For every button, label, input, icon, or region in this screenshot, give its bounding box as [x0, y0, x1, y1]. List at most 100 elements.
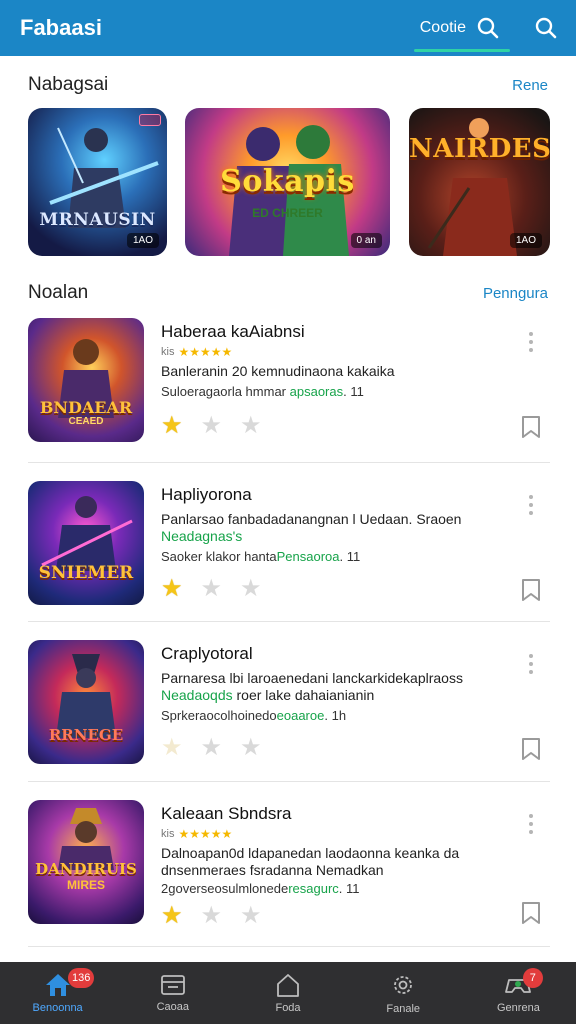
- nav-item-games[interactable]: 7 Genrena: [461, 962, 576, 1024]
- rating-stars-icon: ★★★★★: [178, 345, 233, 359]
- rating-stars-icon: ★★★★★: [178, 827, 233, 841]
- list-divider: [28, 621, 550, 622]
- more-options-icon[interactable]: [524, 654, 538, 674]
- game-thumbnail: RRNEGE: [28, 640, 144, 764]
- featured-card[interactable]: NAIRDES 1AO: [409, 108, 550, 256]
- star-icon[interactable]: ★: [161, 736, 183, 760]
- featured-card[interactable]: Sokapis ED CHREER 0 an: [185, 108, 390, 256]
- more-options-icon[interactable]: [524, 332, 538, 352]
- nav-item-settings[interactable]: Fanale: [346, 962, 461, 1024]
- list-divider: [28, 946, 550, 947]
- item-meta-highlight: apsaoras: [289, 384, 344, 399]
- list-divider: [28, 781, 550, 782]
- search-tab[interactable]: Cootie: [413, 0, 511, 56]
- item-details: Kaleaan Sbndsra kis ★★★★★ Dalnoapan0d ld…: [161, 804, 501, 896]
- star-icon[interactable]: ★: [240, 414, 262, 438]
- list-section-title: Noalan: [28, 282, 89, 303]
- app-root: Fabaasi Cootie Nabagsai Rene MRNAUSIN 1A…: [0, 0, 576, 1024]
- star-icon[interactable]: ★: [240, 736, 262, 760]
- featured-card[interactable]: MRNAUSIN 1AO: [28, 108, 167, 256]
- item-description: Banleranin 20 kemnudinaona kakaika: [161, 363, 395, 379]
- thumbnail-subtitle: MIRES: [66, 878, 105, 892]
- nav-label: Caoaa: [156, 1001, 190, 1013]
- item-rating: kis ★★★★★: [161, 345, 501, 359]
- inbox-icon: [160, 975, 185, 995]
- featured-tag-icon: [139, 114, 161, 126]
- featured-card-title: Sokapis: [220, 164, 355, 199]
- item-meta: Suloeragaorla hmmar apsaoras. 11: [161, 384, 501, 399]
- item-description-line2: dnsenmeraes fsradanna Nemadkan: [161, 862, 384, 878]
- list-divider: [28, 462, 550, 463]
- user-rating-stars[interactable]: ★ ★ ★: [161, 904, 262, 928]
- more-options-icon[interactable]: [524, 814, 538, 834]
- star-icon[interactable]: ★: [201, 577, 223, 601]
- item-meta-highlight: Pensaoroa: [276, 549, 340, 564]
- featured-see-more-link[interactable]: Rene: [512, 77, 548, 94]
- bookmark-icon[interactable]: [520, 900, 542, 926]
- search-button-icon[interactable]: [532, 14, 560, 42]
- user-rating-stars[interactable]: ★ ★ ★: [161, 736, 262, 760]
- item-description: Panlarsao fanbadadanangnan l Uedaan. Sra…: [161, 511, 462, 527]
- nav-label: Genrena: [497, 1002, 540, 1014]
- item-meta-highlight: eoaaroe: [276, 708, 325, 723]
- star-icon[interactable]: ★: [161, 904, 183, 928]
- user-rating-stars[interactable]: ★ ★ ★: [161, 414, 262, 438]
- star-icon[interactable]: ★: [201, 414, 223, 438]
- item-description-highlight: Neadagnas's: [161, 528, 243, 544]
- star-icon[interactable]: ★: [201, 904, 223, 928]
- item-rating: kis ★★★★★: [161, 827, 501, 841]
- nav-item-home-outline[interactable]: Foda: [230, 962, 345, 1024]
- item-description: Dalnoapan0d ldapanedan laodaonna keanka …: [161, 845, 460, 861]
- item-meta-count: . 11: [343, 384, 364, 399]
- list-item[interactable]: DANDIRUIS MIRES Kaleaan Sbndsra kis ★★★★…: [28, 800, 550, 960]
- rating-prefix: kis: [161, 828, 175, 840]
- featured-card-subtitle: ED CHREER: [252, 206, 323, 220]
- featured-section-header: Nabagsai Rene: [28, 74, 548, 96]
- item-details: Haberaa kaAiabnsi kis ★★★★★ Banleranin 2…: [161, 322, 501, 399]
- item-meta-text: Sprkeraocolhoinedo: [161, 708, 277, 723]
- item-meta-count: . 1h: [324, 708, 347, 723]
- more-options-icon[interactable]: [524, 495, 538, 515]
- list-item[interactable]: RRNEGE Craplyotoral Parnaresa lbi laroae…: [28, 640, 550, 800]
- house-outline-icon: [277, 974, 299, 997]
- nav-label: Foda: [275, 1002, 301, 1014]
- item-title: Kaleaan Sbndsra: [161, 804, 292, 823]
- featured-card-title: MRNAUSIN: [39, 210, 156, 230]
- item-description-highlight: Neadaoqds: [161, 687, 233, 703]
- list-item[interactable]: BNDAEAR CEAED Haberaa kaAiabnsi kis ★★★★…: [28, 318, 550, 478]
- featured-card-badge: 1AO: [509, 233, 542, 248]
- star-icon[interactable]: ★: [240, 577, 262, 601]
- app-title: Fabaasi: [20, 15, 102, 40]
- bookmark-icon[interactable]: [520, 736, 542, 762]
- item-title: Haberaa kaAiabnsi: [161, 322, 305, 341]
- list-section-header: Noalan Penngura: [28, 282, 548, 304]
- game-thumbnail: BNDAEAR CEAED: [28, 318, 144, 442]
- star-icon[interactable]: ★: [161, 414, 183, 438]
- item-description-line2: Neadagnas's: [161, 528, 501, 545]
- item-meta-highlight: resagurc: [288, 881, 339, 896]
- item-title: Hapliyorona: [161, 485, 252, 504]
- item-description: Parnaresa lbi laroaenedani lanckarkideka…: [161, 670, 463, 686]
- list-item[interactable]: SNIEMER Hapliyorona Panlarsao fanbadadan…: [28, 481, 550, 641]
- star-icon[interactable]: ★: [240, 904, 262, 928]
- list-see-more-link[interactable]: Penngura: [483, 285, 548, 302]
- bookmark-icon[interactable]: [520, 414, 542, 440]
- featured-carousel[interactable]: MRNAUSIN 1AO Sokapis ED CHREER 0 an NAIR…: [28, 108, 576, 256]
- item-meta-text: 2goverseosulmlonede: [161, 881, 289, 896]
- item-title: Craplyotoral: [161, 644, 253, 663]
- thumbnail-title: RRNEGE: [48, 726, 124, 744]
- gear-icon: [394, 976, 413, 994]
- nav-item-home[interactable]: 136 Benoonna: [0, 962, 115, 1024]
- nav-item-library[interactable]: Caoaa: [115, 962, 230, 1024]
- star-icon[interactable]: ★: [161, 577, 183, 601]
- notification-badge: 7: [522, 968, 543, 988]
- item-description-line2: Neadaoqds roer lake dahaianianin: [161, 687, 501, 704]
- item-details: Hapliyorona Panlarsao fanbadadanangnan l…: [161, 485, 501, 564]
- star-icon[interactable]: ★: [201, 736, 223, 760]
- search-tab-label: Cootie: [419, 19, 466, 36]
- user-rating-stars[interactable]: ★ ★ ★: [161, 577, 262, 601]
- search-icon[interactable]: [474, 14, 502, 42]
- bookmark-icon[interactable]: [520, 577, 542, 603]
- featured-card-badge: 1AO: [126, 233, 159, 248]
- nav-label: Fanale: [386, 1003, 421, 1015]
